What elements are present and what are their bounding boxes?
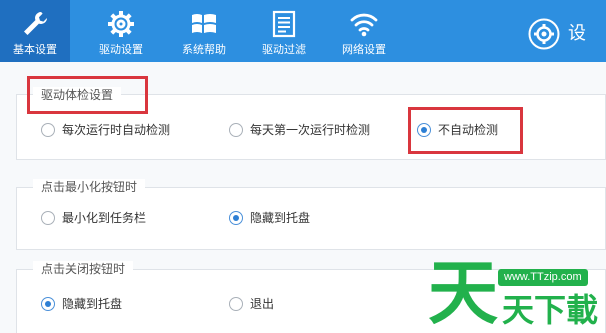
- watermark-text: 天下載: [502, 291, 599, 329]
- option-label: 退出: [250, 297, 275, 311]
- option-label: 每天第一次运行时检测: [250, 123, 371, 137]
- tab-basic-settings[interactable]: 基本设置: [0, 0, 70, 62]
- tab-system-help[interactable]: 系统帮助: [170, 0, 238, 62]
- watermark-url: www.TTzip.com: [498, 269, 588, 286]
- tab-system-help-label: 系统帮助: [182, 43, 226, 56]
- radio-button-selected: [229, 211, 243, 225]
- driver-check-group: 驱动体检设置 每次运行时自动检测 每天第一次运行时检测 不自动检测: [16, 87, 606, 160]
- option-label: 最小化到任务栏: [62, 211, 147, 225]
- close-title: 点击关闭按钮时: [33, 261, 134, 277]
- tab-driver-settings-label: 驱动设置: [99, 43, 143, 56]
- gear-icon: [108, 11, 134, 37]
- tab-basic-settings-label: 基本设置: [13, 43, 57, 56]
- radio-button: [41, 211, 55, 225]
- wrench-icon: [24, 12, 47, 35]
- settings-gear-icon: [528, 18, 560, 50]
- radio-button-selected: [41, 297, 55, 311]
- tab-driver-filter[interactable]: 驱动过滤: [250, 0, 318, 62]
- radio-button: [229, 123, 243, 137]
- wifi-icon: [350, 13, 378, 37]
- option-label: 隐藏到托盘: [250, 211, 311, 225]
- minimize-title: 点击最小化按钮时: [33, 179, 146, 195]
- option-label: 隐藏到托盘: [62, 297, 123, 311]
- tab-driver-filter-label: 驱动过滤: [262, 43, 306, 56]
- option-label: 不自动检测: [438, 123, 499, 137]
- driver-check-title: 驱动体检设置: [33, 87, 122, 103]
- windows-logo-icon: [192, 14, 216, 33]
- radio-button: [41, 123, 55, 137]
- tab-network-settings-label: 网络设置: [342, 43, 386, 56]
- watermark-big-char: 天: [428, 252, 498, 333]
- minimize-group: 点击最小化按钮时 最小化到任务栏 隐藏到托盘: [16, 179, 606, 250]
- top-toolbar: 基本设置 驱动设置 系统帮助 驱动过滤 网络设置 设: [0, 0, 606, 62]
- tab-network-settings[interactable]: 网络设置: [330, 0, 398, 62]
- radio-button-selected: [417, 123, 431, 137]
- radio-button: [229, 297, 243, 311]
- site-watermark: 天 www.TTzip.com 天下載: [428, 253, 606, 333]
- settings-label: 设: [568, 23, 586, 44]
- tab-driver-settings[interactable]: 驱动设置: [82, 0, 160, 62]
- option-label: 每次运行时自动检测: [62, 123, 171, 137]
- list-icon: [272, 10, 296, 38]
